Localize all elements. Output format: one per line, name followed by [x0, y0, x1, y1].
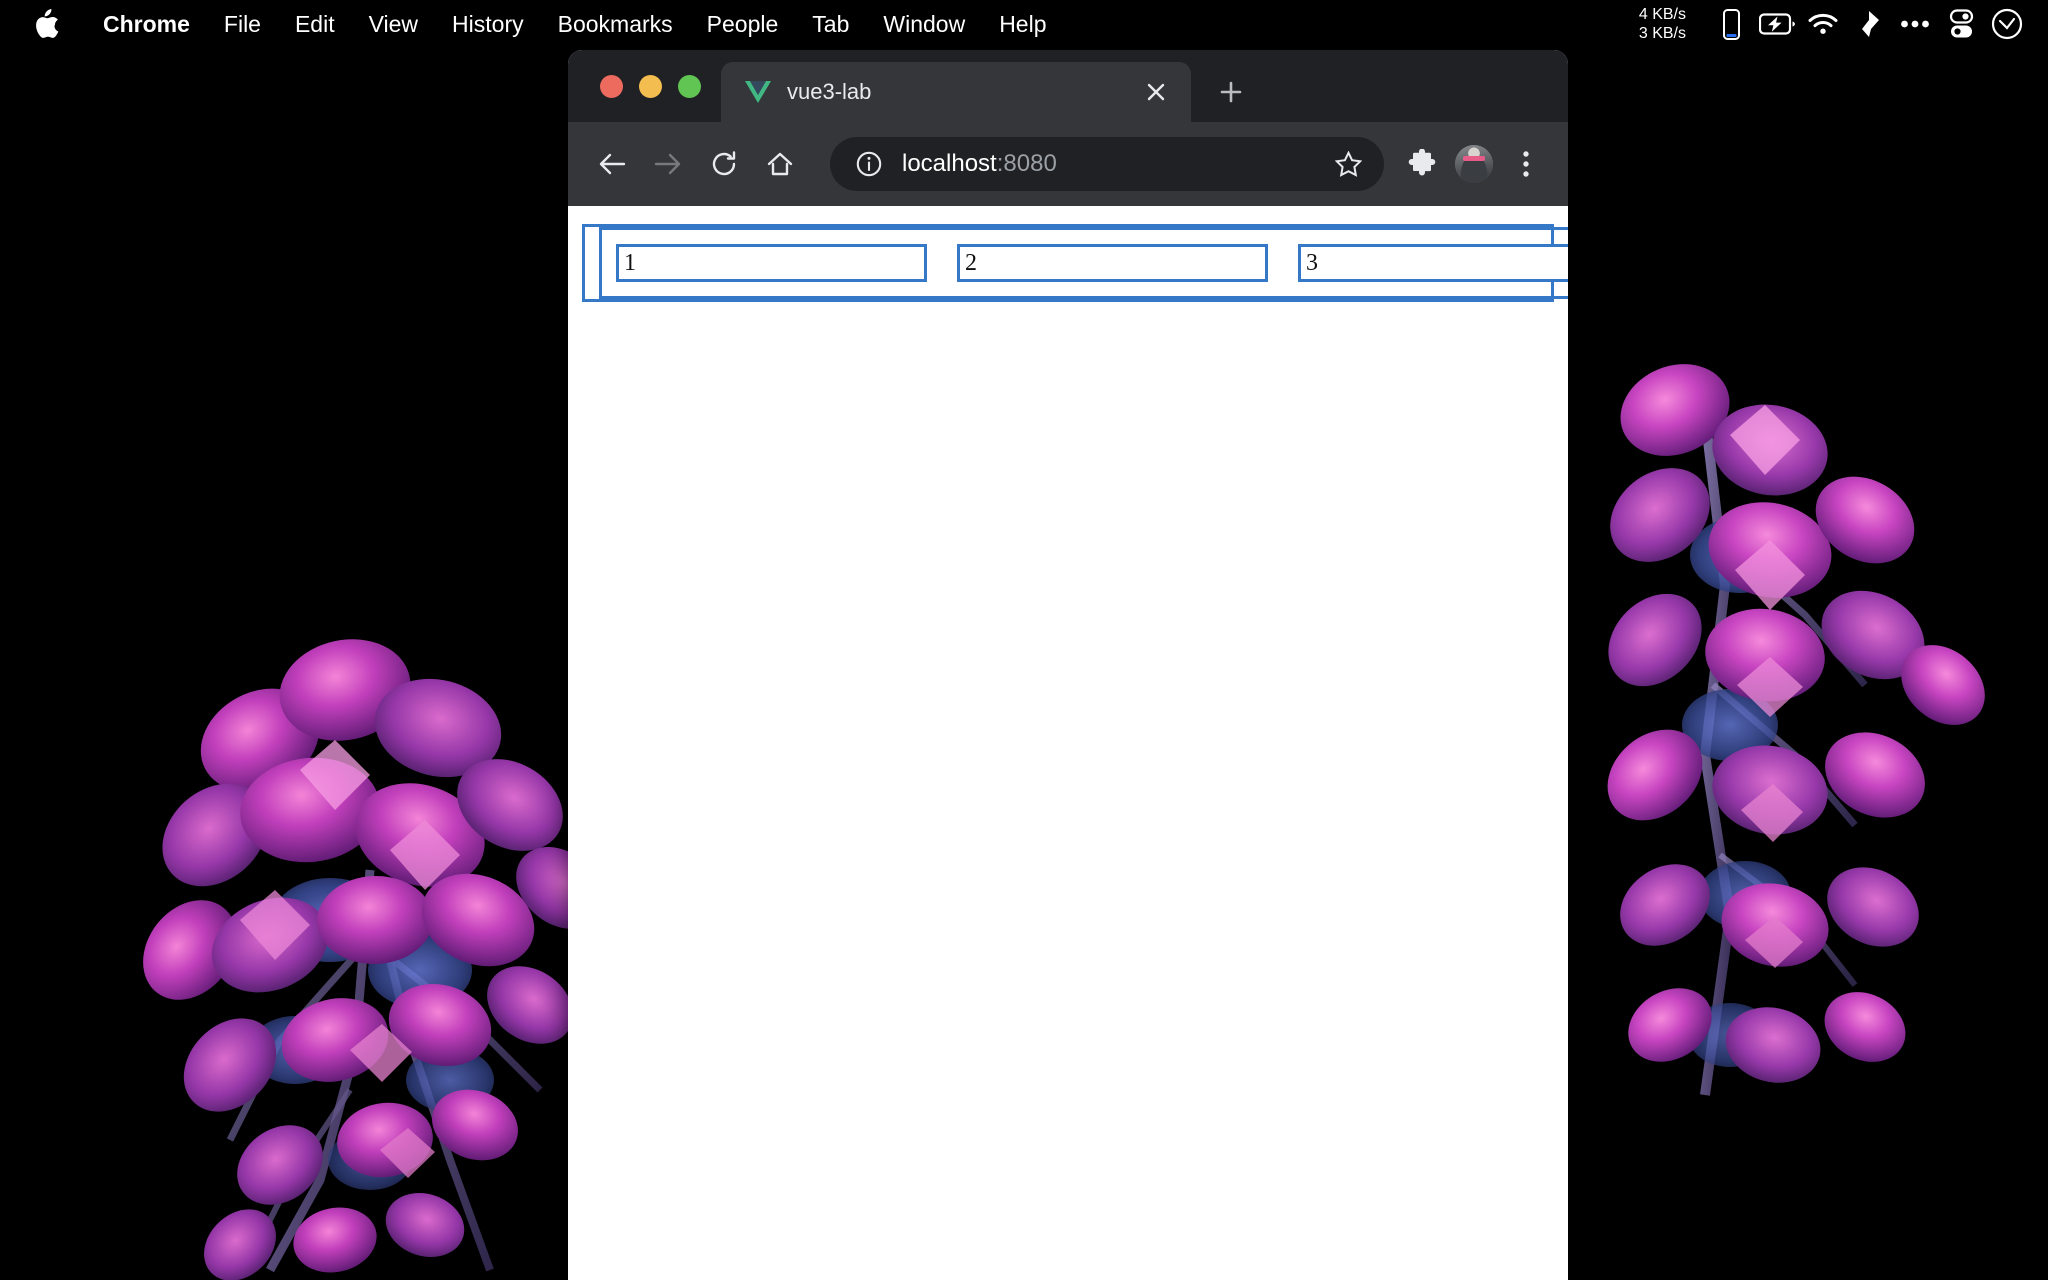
star-icon[interactable] [1326, 142, 1370, 186]
menu-item-bookmarks[interactable]: Bookmarks [541, 0, 690, 48]
url-port: :8080 [997, 150, 1057, 177]
address-bar[interactable]: localhost:8080 [830, 137, 1384, 191]
close-window-button[interactable] [600, 75, 623, 98]
browser-tab-title: vue3-lab [787, 79, 1139, 105]
wallpaper-flower-cluster-left [120, 620, 640, 1280]
app-outer-container [582, 224, 1554, 302]
dropbox-icon[interactable] [1846, 0, 1892, 48]
network-download-rate: 4 KB/s [1639, 5, 1686, 24]
siri-icon[interactable] [1984, 0, 2030, 48]
input-2[interactable] [957, 244, 1268, 282]
avatar [1455, 145, 1493, 183]
avatar-glasses [1463, 156, 1484, 160]
back-arrow-icon[interactable] [584, 136, 640, 192]
menu-item-people[interactable]: People [690, 0, 796, 48]
menu-item-chrome[interactable]: Chrome [86, 0, 207, 48]
wifi-icon[interactable] [1800, 0, 1846, 48]
vue-logo-icon [745, 79, 771, 105]
menu-item-history[interactable]: History [435, 0, 541, 48]
new-tab-button[interactable] [1207, 68, 1255, 116]
menu-bar-status-area: 4 KB/s 3 KB/s [1639, 0, 2048, 48]
forward-arrow-icon[interactable] [640, 136, 696, 192]
wallpaper-flower-cluster-right [1555, 355, 2025, 1115]
avatar-image [1455, 145, 1493, 183]
phone-battery-icon[interactable] [1708, 0, 1754, 48]
ellipsis-icon[interactable] [1892, 0, 1938, 48]
window-traffic-lights [568, 50, 721, 122]
page-viewport [568, 206, 1568, 1280]
reload-icon[interactable] [696, 136, 752, 192]
input-3[interactable] [1298, 244, 1568, 282]
home-icon[interactable] [752, 136, 808, 192]
url-host: localhost [902, 150, 997, 177]
puzzle-piece-icon[interactable] [1396, 138, 1448, 190]
network-upload-rate: 3 KB/s [1639, 24, 1686, 43]
menu-item-window[interactable]: Window [866, 0, 982, 48]
menu-item-tab[interactable]: Tab [795, 0, 866, 48]
apple-logo-icon[interactable] [24, 9, 68, 40]
menu-item-view[interactable]: View [352, 0, 435, 48]
app-inner-container [599, 227, 1568, 299]
avatar-icon[interactable] [1448, 138, 1500, 190]
menu-item-edit[interactable]: Edit [278, 0, 352, 48]
info-circle-icon[interactable] [852, 147, 886, 181]
minimize-window-button[interactable] [639, 75, 662, 98]
browser-tab-active[interactable]: vue3-lab [721, 62, 1191, 122]
browser-toolbar: localhost:8080 [568, 122, 1568, 206]
menu-bar-items: Chrome File Edit View History Bookmarks … [0, 0, 1064, 48]
three-dot-menu-icon[interactable] [1500, 138, 1552, 190]
control-center-icon[interactable] [1938, 0, 1984, 48]
mac-menu-bar: Chrome File Edit View History Bookmarks … [0, 0, 2048, 48]
menu-item-file[interactable]: File [207, 0, 278, 48]
network-speed-indicator[interactable]: 4 KB/s 3 KB/s [1639, 5, 1686, 43]
url-text[interactable]: localhost:8080 [902, 150, 1318, 178]
chrome-browser-window: vue3-lab [568, 50, 1568, 1280]
tab-strip: vue3-lab [568, 50, 1568, 122]
menu-item-help[interactable]: Help [982, 0, 1063, 48]
input-1[interactable] [616, 244, 927, 282]
maximize-window-button[interactable] [678, 75, 701, 98]
close-icon[interactable] [1139, 75, 1173, 109]
battery-charging-icon[interactable] [1754, 0, 1800, 48]
